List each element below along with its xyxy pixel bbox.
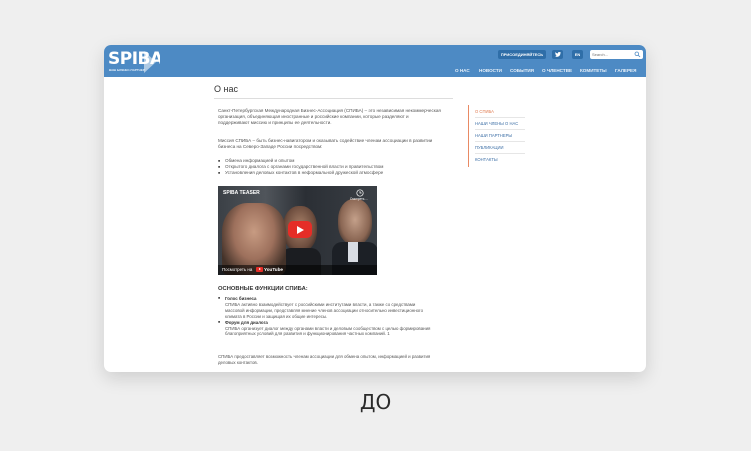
video-thumbnail-person	[348, 242, 358, 262]
browser-window: SPIBA ВАШ БИЗНЕС-ПАРТНЕР ПРИСОЕДИНЯЙТЕСЬ…	[104, 45, 646, 372]
youtube-logo[interactable]: YouTube	[256, 267, 283, 272]
logo-tagline: ВАШ БИЗНЕС-ПАРТНЕР	[109, 68, 145, 72]
sidebar-divider	[475, 153, 525, 154]
site-header: SPIBA ВАШ БИЗНЕС-ПАРТНЕР ПРИСОЕДИНЯЙТЕСЬ…	[104, 45, 646, 77]
nav-item-about[interactable]: О НАС	[455, 68, 470, 73]
youtube-label: YouTube	[264, 267, 283, 272]
nav-item-gallery[interactable]: ГАЛЕРЕЯ	[615, 68, 636, 73]
intro-paragraph: Санкт-Петербургская Международная Бизнес…	[218, 108, 448, 126]
nav-item-membership[interactable]: О ЧЛЕНСТВЕ	[542, 68, 572, 73]
closing-line: деловых контактов.	[218, 359, 258, 365]
video-title[interactable]: SPIBA TEASER	[223, 190, 260, 196]
nav-item-news[interactable]: НОВОСТИ	[479, 68, 502, 73]
function-line: благоприятных условий для развития и фун…	[225, 331, 390, 337]
logo-triangle-icon	[144, 51, 156, 73]
mission-line: бизнеса на Северо-Западе России посредст…	[218, 144, 323, 149]
sidebar-item-about[interactable]: О СПИБА	[475, 109, 494, 114]
sidebar-menu: О СПИБА НАШИ ЧЛЕНЫ О НАС НАШИ ПАРТНЕРЫ П…	[468, 105, 529, 167]
watch-on-label[interactable]: Посмотреть на	[222, 267, 252, 272]
list-item: Установления деловых контактов в неформа…	[218, 170, 448, 176]
nav-item-committees[interactable]: КОМИТЕТЫ	[580, 68, 607, 73]
site-logo[interactable]: SPIBA ВАШ БИЗНЕС-ПАРТНЕР	[104, 45, 160, 77]
mission-paragraph: Миссия СПИБА – быть бизнес-навигатором и…	[218, 138, 448, 150]
intro-line: поддерживают миссию и принципы ее деятел…	[218, 120, 332, 125]
list-item: Форум для диалога СПИБА организует диало…	[218, 320, 453, 338]
sidebar-item-contacts[interactable]: КОНТАКТЫ	[475, 157, 498, 162]
page-title: О нас	[214, 84, 238, 94]
nav-item-events[interactable]: СОБЫТИЯ	[510, 68, 534, 73]
twitter-button[interactable]	[552, 50, 563, 59]
twitter-icon	[554, 52, 561, 57]
sidebar-divider	[475, 141, 525, 142]
list-item: Голос бизнеса СПИБА активно взаимодейств…	[218, 296, 453, 320]
clock-icon[interactable]	[356, 189, 364, 197]
title-divider	[214, 98, 453, 99]
youtube-icon	[256, 267, 263, 272]
sidebar-divider	[475, 129, 525, 130]
functions-list: Голос бизнеса СПИБА активно взаимодейств…	[218, 296, 453, 337]
play-button-icon[interactable]	[288, 221, 312, 238]
language-button[interactable]: EN	[572, 50, 583, 59]
search-icon[interactable]	[634, 51, 641, 58]
sidebar-divider	[475, 117, 525, 118]
sidebar-item-partners[interactable]: НАШИ ПАРТНЕРЫ	[475, 133, 512, 138]
join-button[interactable]: ПРИСОЕДИНЯЙТЕСЬ	[498, 50, 546, 59]
search-box[interactable]	[590, 50, 643, 59]
closing-paragraph: СПИБА предоставляет возможность членам а…	[218, 354, 453, 366]
sidebar-item-publications[interactable]: ПУБЛИКАЦИИ	[475, 145, 504, 150]
sidebar-item-members[interactable]: НАШИ ЧЛЕНЫ О НАС	[475, 121, 518, 126]
video-embed[interactable]: SPIBA TEASER Смотреть ... Посмотреть на …	[218, 186, 377, 275]
mission-list: Обмена информацией и опытом Открытого ди…	[218, 158, 448, 176]
video-watch-later[interactable]: Смотреть ...	[344, 197, 374, 211]
function-line: массовой информации, представляя мнение …	[225, 307, 424, 313]
caption-label: ДО	[359, 390, 392, 414]
search-input[interactable]	[592, 51, 632, 58]
functions-heading: ОСНОВНЫЕ ФУНКЦИИ СПИБА:	[218, 286, 308, 292]
